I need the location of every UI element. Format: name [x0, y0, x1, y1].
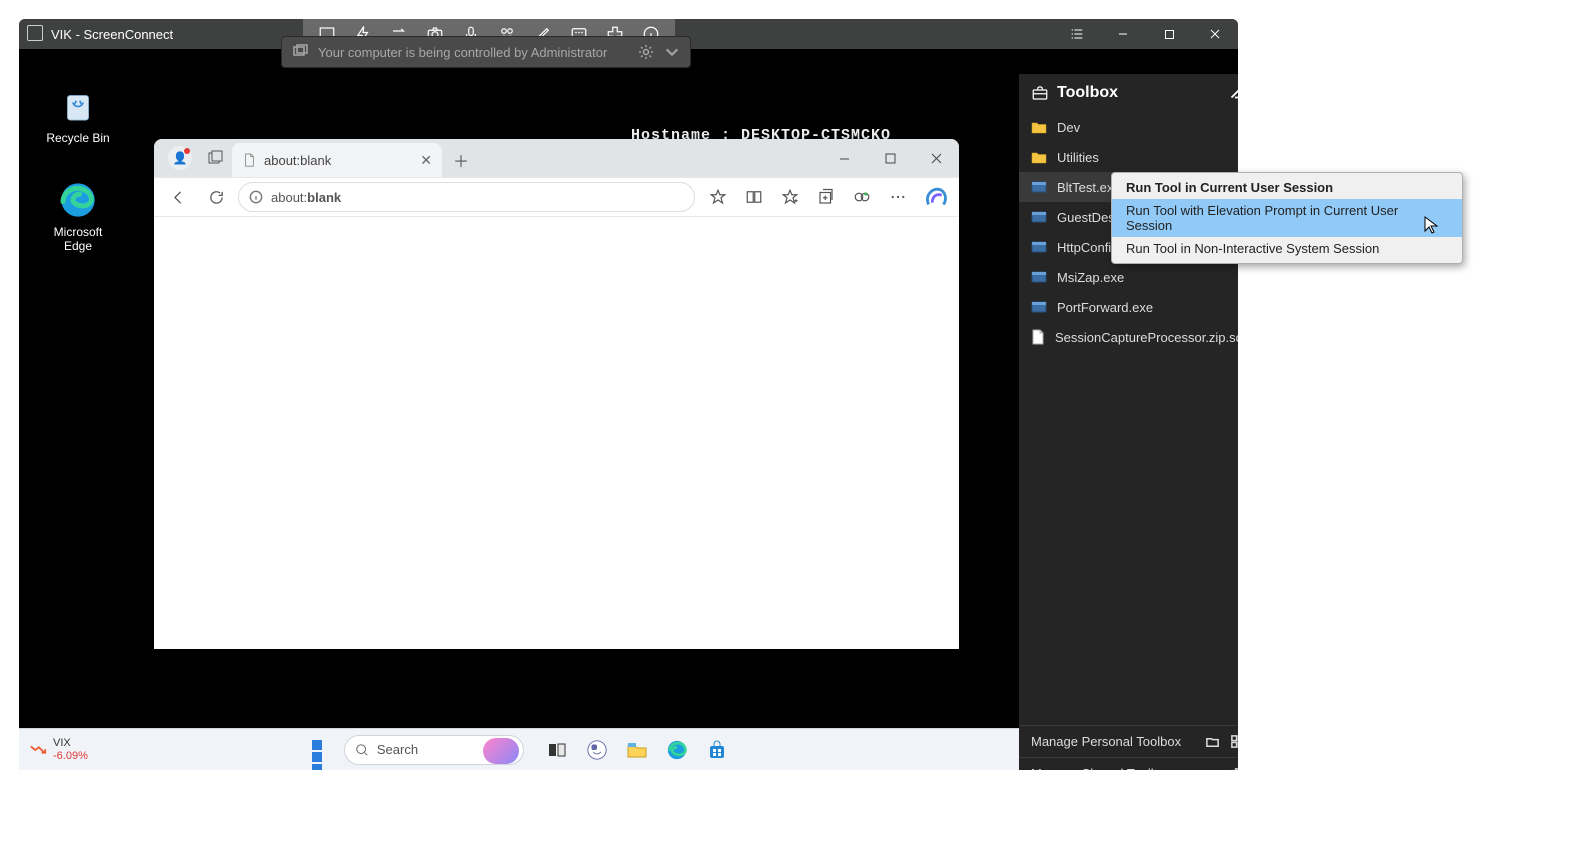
- page-icon: [242, 153, 256, 167]
- context-menu-item[interactable]: Run Tool with Elevation Prompt in Curren…: [1112, 199, 1462, 237]
- taskview-icon[interactable]: [544, 737, 570, 763]
- tab-actions-button[interactable]: [202, 145, 228, 171]
- favorite-star-icon[interactable]: [701, 181, 735, 213]
- cursor-icon: [1423, 216, 1439, 234]
- browser-minimize-button[interactable]: [821, 141, 867, 175]
- gear-icon[interactable]: [638, 44, 654, 60]
- close-button[interactable]: [1192, 19, 1238, 49]
- more-menu-icon[interactable]: [881, 181, 915, 213]
- file-icon: [1031, 179, 1047, 195]
- tab-title: about:blank: [264, 153, 331, 168]
- taskbar-search[interactable]: Search: [344, 735, 524, 765]
- recycle-bin-icon[interactable]: Recycle Bin: [39, 85, 117, 145]
- toolbox-item-label: Utilities: [1057, 150, 1099, 165]
- edge-taskbar-icon[interactable]: [664, 737, 690, 763]
- browser-close-button[interactable]: [913, 141, 959, 175]
- browser-tab[interactable]: about:blank ✕: [232, 143, 442, 177]
- edge-browser-window: 👤 about:blank ✕ ＋: [154, 139, 959, 649]
- file-icon: [1031, 329, 1045, 345]
- copilot-icon[interactable]: [921, 182, 951, 212]
- taskbar-widget-stock[interactable]: VIX -6.09%: [29, 737, 88, 761]
- file-icon: [1031, 209, 1047, 225]
- context-menu-item[interactable]: Run Tool in Non-Interactive System Sessi…: [1112, 237, 1462, 260]
- toolbox-item-label: MsiZap.exe: [1057, 270, 1124, 285]
- toolbox-header: Toolbox: [1019, 74, 1238, 112]
- search-placeholder: Search: [377, 742, 418, 757]
- manage-shared-toolbox[interactable]: Manage Shared Toolbox: [1019, 757, 1238, 770]
- file-icon: [1031, 299, 1047, 315]
- new-tab-button[interactable]: ＋: [446, 145, 476, 175]
- toolbox-item-label: SessionCaptureProcessor.zip.scapp: [1055, 330, 1238, 345]
- toolbox-title: Toolbox: [1057, 84, 1118, 102]
- browser-tabstrip: 👤 about:blank ✕ ＋: [154, 139, 959, 177]
- toolbox-item[interactable]: Utilities: [1019, 142, 1238, 172]
- window-title: VIK - ScreenConnect: [51, 27, 173, 42]
- stock-change: -6.09%: [53, 750, 88, 762]
- briefcase-icon[interactable]: [1230, 766, 1238, 770]
- windows-icon: [292, 44, 308, 60]
- stock-symbol: VIX: [53, 737, 88, 749]
- edge-label-1: Microsoft: [39, 225, 117, 239]
- toolbox-item[interactable]: PortForward.exe: [1019, 292, 1238, 322]
- split-screen-icon[interactable]: [737, 181, 771, 213]
- file-icon: [1031, 149, 1047, 165]
- open-folder-icon[interactable]: [1205, 734, 1220, 749]
- address-bar[interactable]: about:blank: [238, 182, 695, 212]
- chevron-down-icon[interactable]: [664, 44, 680, 60]
- refresh-button[interactable]: [200, 181, 232, 213]
- browser-maximize-button[interactable]: [867, 141, 913, 175]
- collapse-icon[interactable]: [1227, 84, 1238, 102]
- search-highlight-icon: [483, 738, 519, 764]
- address-bar-row: about:blank: [154, 177, 959, 217]
- back-button[interactable]: [162, 181, 194, 213]
- toolbox-icon: [1031, 84, 1049, 102]
- grid-icon[interactable]: [1230, 734, 1238, 749]
- minimize-button[interactable]: [1100, 19, 1146, 49]
- app-icon: [29, 27, 43, 41]
- chat-icon[interactable]: [584, 737, 610, 763]
- remote-control-banner: Your computer is being controlled by Adm…: [281, 36, 691, 68]
- banner-text: Your computer is being controlled by Adm…: [318, 45, 607, 60]
- edge-label-2: Edge: [39, 239, 117, 253]
- microsoft-edge-icon[interactable]: Microsoft Edge: [39, 179, 117, 253]
- collections-icon[interactable]: [809, 181, 843, 213]
- toolbox-item[interactable]: MsiZap.exe: [1019, 262, 1238, 292]
- context-menu-item[interactable]: Run Tool in Current User Session: [1112, 176, 1462, 199]
- context-menu: Run Tool in Current User SessionRun Tool…: [1111, 172, 1463, 264]
- profile-button[interactable]: 👤: [168, 146, 192, 170]
- file-icon: [1031, 119, 1047, 135]
- url-text: about:blank: [271, 190, 341, 205]
- toolbox-item[interactable]: SessionCaptureProcessor.zip.scapp: [1019, 322, 1238, 352]
- manage-personal-toolbox[interactable]: Manage Personal Toolbox: [1019, 725, 1238, 757]
- file-icon: [1031, 239, 1047, 255]
- recycle-bin-label: Recycle Bin: [39, 131, 117, 145]
- store-icon[interactable]: [704, 737, 730, 763]
- site-info-icon: [249, 190, 263, 204]
- explorer-icon[interactable]: [624, 737, 650, 763]
- favorites-icon[interactable]: [773, 181, 807, 213]
- start-button[interactable]: [308, 736, 336, 764]
- tab-close-button[interactable]: ✕: [420, 152, 432, 169]
- toolbox-item-label: Dev: [1057, 120, 1080, 135]
- view-list-icon[interactable]: [1054, 19, 1100, 49]
- extensions-icon[interactable]: [845, 181, 879, 213]
- maximize-button[interactable]: [1146, 19, 1192, 49]
- file-icon: [1031, 269, 1047, 285]
- toolbox-item-label: PortForward.exe: [1057, 300, 1153, 315]
- screenconnect-window: VIK - ScreenConnect Hostname : DESKTOP-C…: [19, 19, 1238, 770]
- browser-viewport[interactable]: [154, 217, 959, 649]
- toolbox-item[interactable]: Dev: [1019, 112, 1238, 142]
